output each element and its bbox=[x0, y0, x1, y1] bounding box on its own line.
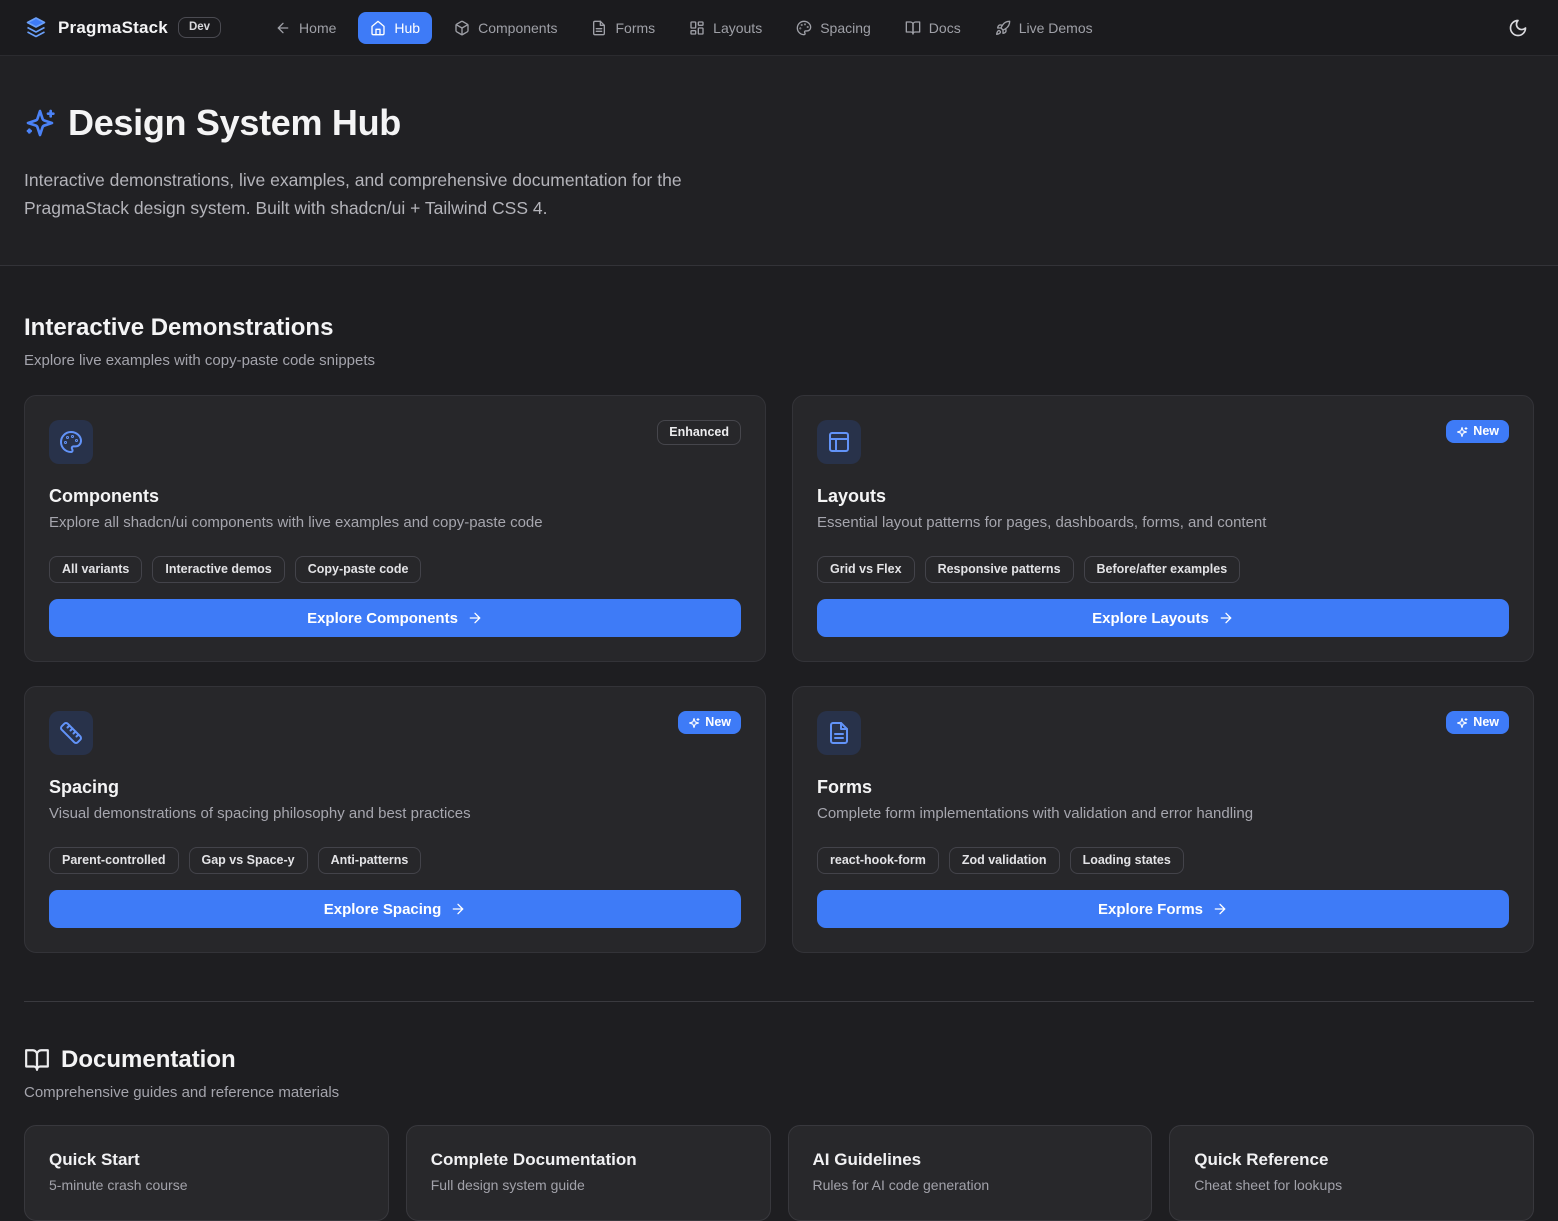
doc-card-description: Cheat sheet for lookups bbox=[1194, 1177, 1509, 1193]
explore-components-button[interactable]: Explore Components bbox=[49, 599, 741, 637]
explore-layouts-button[interactable]: Explore Layouts bbox=[817, 599, 1509, 637]
doc-card-title: Complete Documentation bbox=[431, 1150, 746, 1170]
ruler-icon bbox=[49, 711, 93, 755]
doc-card-description: Full design system guide bbox=[431, 1177, 746, 1193]
palette-icon bbox=[49, 420, 93, 464]
card-title: Spacing bbox=[49, 777, 741, 798]
tag: Anti-patterns bbox=[318, 847, 422, 874]
nav-item-forms[interactable]: Forms bbox=[579, 12, 667, 44]
tag: react-hook-form bbox=[817, 847, 939, 874]
section-divider bbox=[24, 1001, 1534, 1002]
nav-item-layouts[interactable]: Layouts bbox=[677, 12, 774, 44]
demo-card-layouts: New Layouts Essential layout patterns fo… bbox=[792, 395, 1534, 662]
moon-icon bbox=[1508, 18, 1528, 38]
home-icon bbox=[370, 20, 386, 36]
tag: Interactive demos bbox=[152, 556, 284, 583]
nav-item-hub[interactable]: Hub bbox=[358, 12, 432, 44]
demo-card-forms: New Forms Complete form implementations … bbox=[792, 686, 1534, 953]
tag: Responsive patterns bbox=[925, 556, 1074, 583]
sparkles-icon bbox=[1456, 426, 1468, 438]
sparkles-icon bbox=[688, 717, 700, 729]
explore-spacing-button[interactable]: Explore Spacing bbox=[49, 890, 741, 928]
demos-section-title: Interactive Demonstrations bbox=[24, 314, 1534, 342]
card-title: Layouts bbox=[817, 486, 1509, 507]
tag: Parent-controlled bbox=[49, 847, 179, 874]
card-title: Components bbox=[49, 486, 741, 507]
layout-panels-icon bbox=[817, 420, 861, 464]
nav-item-spacing[interactable]: Spacing bbox=[784, 12, 883, 44]
nav-item-docs[interactable]: Docs bbox=[893, 12, 973, 44]
docs-section-subtitle: Comprehensive guides and reference mater… bbox=[24, 1084, 1534, 1101]
brand-name: PragmaStack bbox=[58, 18, 168, 38]
tag: Gap vs Space-y bbox=[189, 847, 308, 874]
hero: Design System Hub Interactive demonstrat… bbox=[0, 56, 1558, 266]
doc-card-quick-reference[interactable]: Quick Reference Cheat sheet for lookups bbox=[1169, 1125, 1534, 1221]
tag: All variants bbox=[49, 556, 142, 583]
theme-toggle-button[interactable] bbox=[1502, 12, 1534, 44]
doc-grid: Quick Start 5-minute crash course Comple… bbox=[24, 1125, 1534, 1221]
tag: Loading states bbox=[1070, 847, 1184, 874]
arrow-right-icon bbox=[1218, 610, 1234, 626]
doc-card-quick-start[interactable]: Quick Start 5-minute crash course bbox=[24, 1125, 389, 1221]
page-title: Design System Hub bbox=[68, 102, 401, 144]
brand[interactable]: PragmaStack Dev bbox=[24, 16, 221, 40]
card-title: Forms bbox=[817, 777, 1509, 798]
explore-forms-button[interactable]: Explore Forms bbox=[817, 890, 1509, 928]
card-description: Visual demonstrations of spacing philoso… bbox=[49, 805, 741, 822]
tag: Copy-paste code bbox=[295, 556, 422, 583]
tag: Grid vs Flex bbox=[817, 556, 915, 583]
file-text-icon bbox=[591, 20, 607, 36]
arrow-right-icon bbox=[1212, 901, 1228, 917]
package-icon bbox=[454, 20, 470, 36]
hero-description: Interactive demonstrations, live example… bbox=[24, 166, 769, 222]
card-tags: Parent-controlled Gap vs Space-y Anti-pa… bbox=[49, 847, 741, 874]
arrow-left-icon bbox=[275, 20, 291, 36]
book-open-icon bbox=[905, 20, 921, 36]
doc-card-description: 5-minute crash course bbox=[49, 1177, 364, 1193]
demo-card-spacing: New Spacing Visual demonstrations of spa… bbox=[24, 686, 766, 953]
card-description: Explore all shadcn/ui components with li… bbox=[49, 514, 741, 531]
nav-items: Home Hub Components Forms Layouts bbox=[263, 12, 1105, 44]
card-description: Essential layout patterns for pages, das… bbox=[817, 514, 1509, 531]
demo-card-components: Enhanced Components Explore all shadcn/u… bbox=[24, 395, 766, 662]
tag: Zod validation bbox=[949, 847, 1060, 874]
card-tags: react-hook-form Zod validation Loading s… bbox=[817, 847, 1509, 874]
nav-item-components[interactable]: Components bbox=[442, 12, 569, 44]
sparkles-icon bbox=[1456, 717, 1468, 729]
arrow-right-icon bbox=[467, 610, 483, 626]
main-content: Interactive Demonstrations Explore live … bbox=[0, 314, 1558, 1221]
nav-item-home[interactable]: Home bbox=[263, 12, 348, 44]
new-badge: New bbox=[678, 711, 741, 734]
new-badge: New bbox=[1446, 420, 1509, 443]
card-tags: Grid vs Flex Responsive patterns Before/… bbox=[817, 556, 1509, 583]
layers-icon bbox=[24, 16, 48, 40]
docs-section-title: Documentation bbox=[61, 1046, 236, 1074]
enhanced-badge: Enhanced bbox=[657, 420, 741, 445]
demo-grid: Enhanced Components Explore all shadcn/u… bbox=[24, 395, 1534, 953]
doc-card-title: Quick Reference bbox=[1194, 1150, 1509, 1170]
new-badge: New bbox=[1446, 711, 1509, 734]
card-tags: All variants Interactive demos Copy-past… bbox=[49, 556, 741, 583]
rocket-icon bbox=[995, 20, 1011, 36]
doc-card-title: AI Guidelines bbox=[813, 1150, 1128, 1170]
doc-card-complete-documentation[interactable]: Complete Documentation Full design syste… bbox=[406, 1125, 771, 1221]
arrow-right-icon bbox=[450, 901, 466, 917]
file-text-icon bbox=[817, 711, 861, 755]
navbar: PragmaStack Dev Home Hub Components Fo bbox=[0, 0, 1558, 56]
sparkles-icon bbox=[24, 107, 56, 139]
doc-card-title: Quick Start bbox=[49, 1150, 364, 1170]
doc-card-ai-guidelines[interactable]: AI Guidelines Rules for AI code generati… bbox=[788, 1125, 1153, 1221]
nav-item-live-demos[interactable]: Live Demos bbox=[983, 12, 1105, 44]
palette-icon bbox=[796, 20, 812, 36]
book-open-icon bbox=[24, 1047, 50, 1073]
card-description: Complete form implementations with valid… bbox=[817, 805, 1509, 822]
demos-section-subtitle: Explore live examples with copy-paste co… bbox=[24, 352, 1534, 369]
doc-card-description: Rules for AI code generation bbox=[813, 1177, 1128, 1193]
layout-grid-icon bbox=[689, 20, 705, 36]
tag: Before/after examples bbox=[1084, 556, 1241, 583]
dev-badge: Dev bbox=[178, 17, 221, 39]
